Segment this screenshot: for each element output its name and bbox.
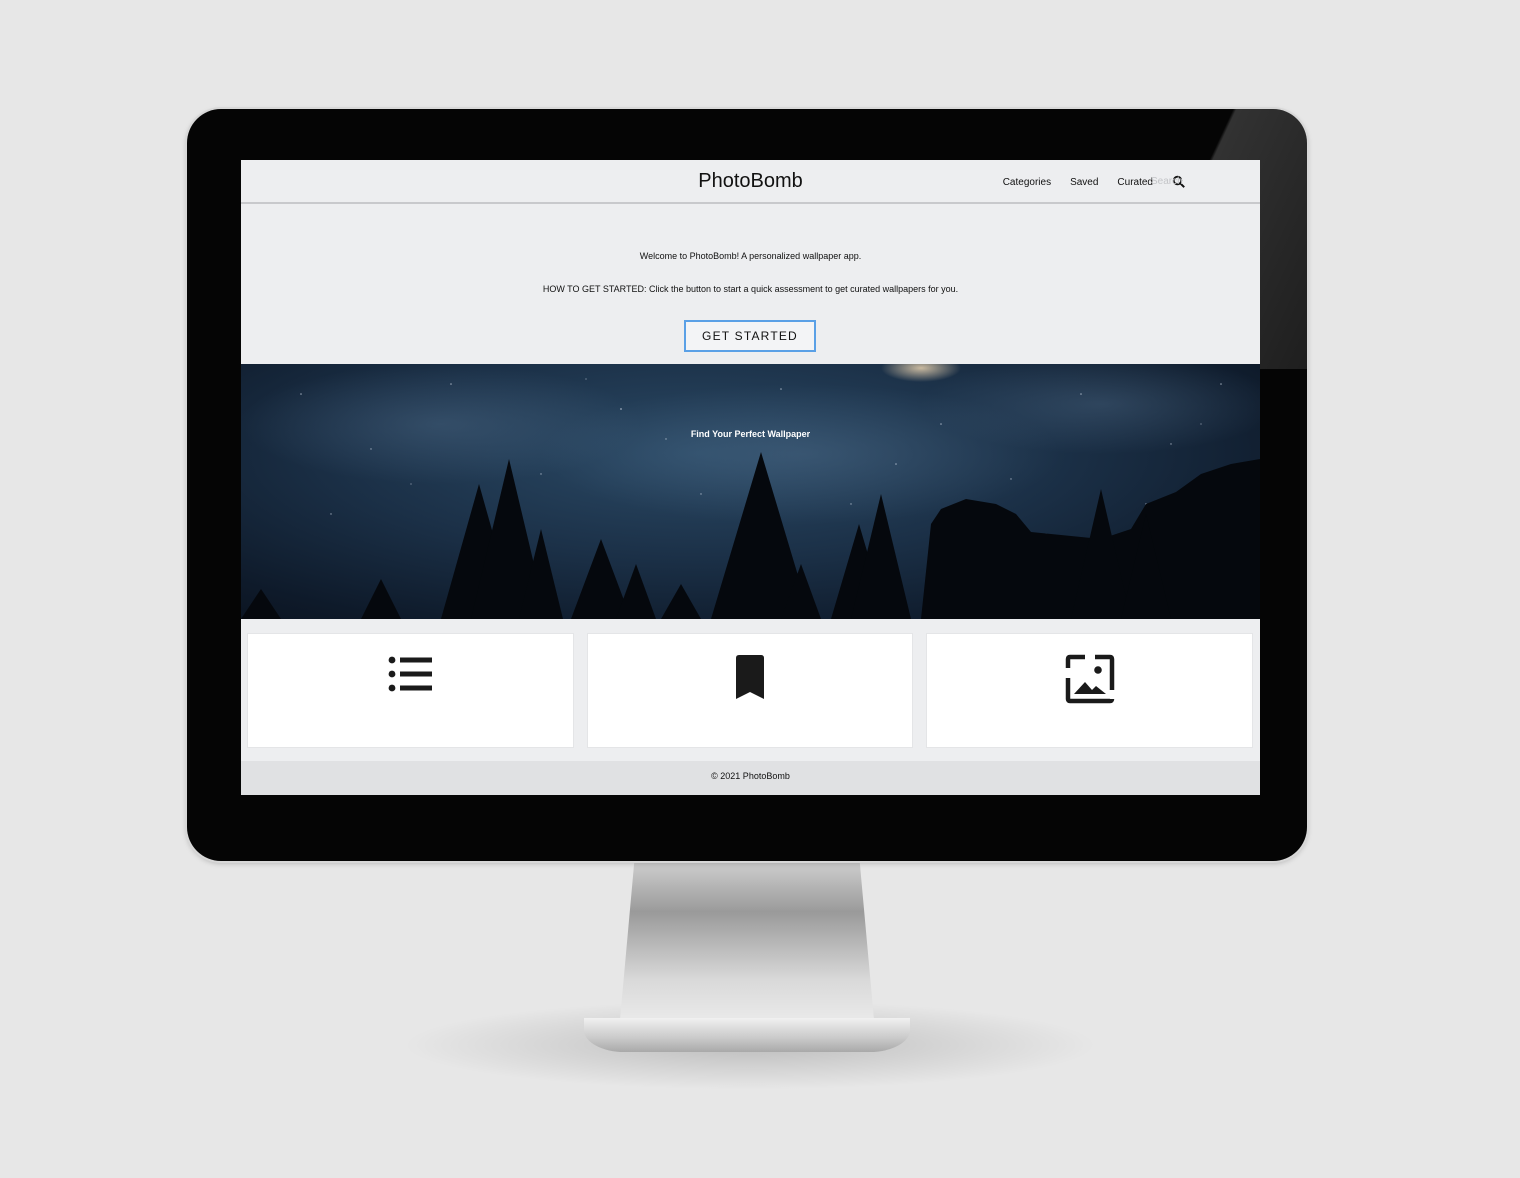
monitor-stand-base [584,1018,910,1052]
monitor-stand-neck [619,861,875,1031]
card-saved[interactable] [588,634,912,747]
feature-cards [241,619,1260,761]
nav-link-curated[interactable]: Curated [1117,177,1153,188]
how-to-text: HOW TO GET STARTED: Click the button to … [542,284,959,294]
image-icon [1065,654,1115,704]
night-forest-image [241,364,1260,619]
hero-title: Find Your Perfect Wallpaper [690,429,811,439]
nav-link-categories[interactable]: Categories [1003,177,1051,188]
card-categories[interactable] [248,634,573,747]
nav-link-saved[interactable]: Saved [1070,177,1098,188]
website-screen: PhotoBomb Categories Saved Curated Welco… [241,160,1260,795]
card-curated[interactable] [927,634,1252,747]
search-input[interactable] [1151,173,1241,189]
footer: © 2021 PhotoBomb [241,761,1260,795]
navbar: PhotoBomb Categories Saved Curated [241,160,1260,204]
bookmark-icon [736,655,764,699]
welcome-text: Welcome to PhotoBomb! A personalized wal… [639,251,862,261]
copyright-text: © 2021 PhotoBomb [711,771,790,781]
get-started-button[interactable]: GET STARTED [684,320,816,352]
list-icon [388,656,432,692]
hero-banner: Find Your Perfect Wallpaper [241,364,1260,619]
intro-section: Welcome to PhotoBomb! A personalized wal… [241,204,1260,364]
